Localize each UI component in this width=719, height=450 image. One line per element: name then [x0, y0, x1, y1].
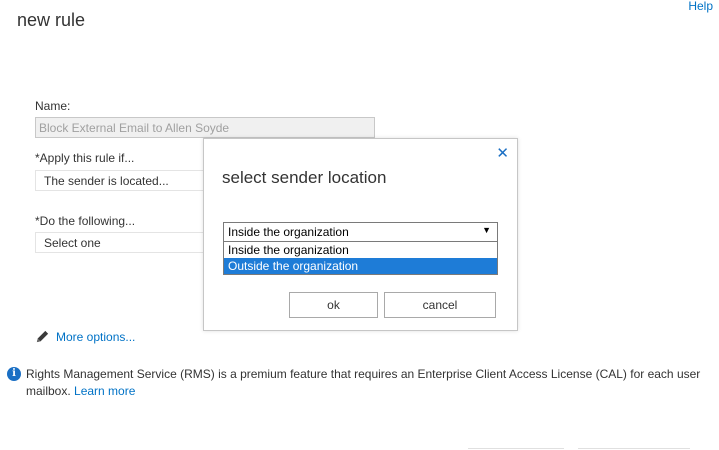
apply-rule-label: *Apply this rule if... — [35, 151, 135, 165]
more-options-label: More options... — [56, 329, 136, 344]
rule-name-field[interactable] — [35, 117, 375, 138]
learn-more-link[interactable]: Learn more — [74, 384, 135, 398]
ok-button[interactable]: ok — [289, 292, 378, 318]
select-sender-location-dialog: ✕ select sender location Inside the orga… — [203, 138, 518, 331]
page-title: new rule — [17, 10, 86, 30]
option-inside-organization[interactable]: Inside the organization — [224, 242, 497, 258]
pencil-icon — [36, 330, 49, 343]
rms-info-text: Rights Management Service (RMS) is a pre… — [26, 366, 716, 400]
sender-location-value: Inside the organization — [228, 225, 349, 239]
sender-location-options: Inside the organization Outside the orga… — [223, 241, 498, 275]
help-link[interactable]: Help — [688, 0, 713, 13]
name-label: Name: — [35, 99, 71, 113]
do-following-select[interactable]: Select one — [35, 232, 215, 253]
sender-location-select[interactable]: Inside the organization ▼ — [223, 222, 498, 242]
close-icon[interactable]: ✕ — [496, 144, 509, 162]
dialog-title: select sender location — [222, 168, 387, 187]
footer-divider — [578, 448, 690, 449]
do-following-label: *Do the following... — [35, 214, 136, 228]
apply-rule-select[interactable]: The sender is located... — [35, 170, 215, 191]
cancel-button[interactable]: cancel — [384, 292, 496, 318]
option-outside-organization[interactable]: Outside the organization — [224, 258, 497, 274]
info-icon: i — [7, 367, 21, 381]
do-following-value: Select one — [44, 236, 101, 250]
footer-divider — [468, 448, 564, 449]
more-options-link[interactable]: More options... — [35, 329, 135, 344]
apply-rule-value: The sender is located... — [44, 174, 169, 188]
chevron-down-icon: ▼ — [482, 225, 491, 235]
